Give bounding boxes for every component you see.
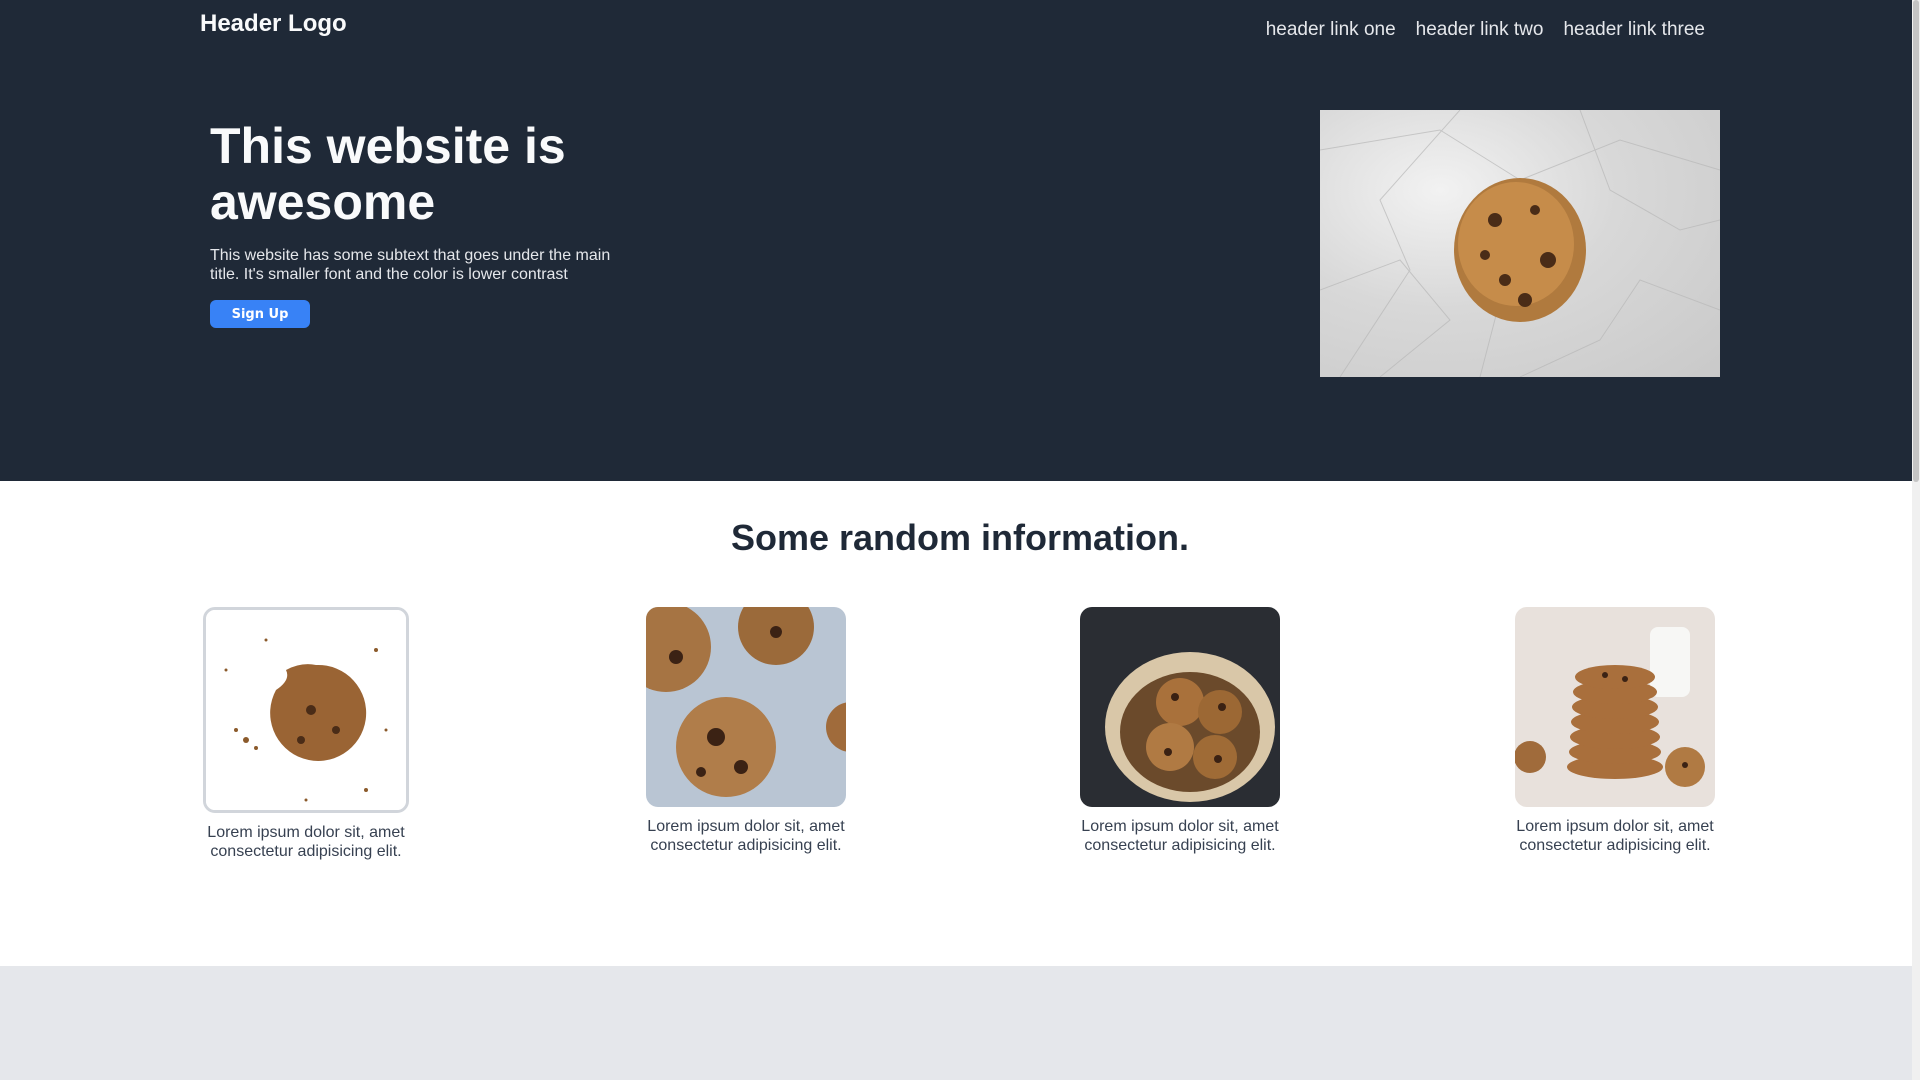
bitten-cookie-image — [203, 607, 409, 813]
footer — [0, 966, 1912, 1080]
hero-section: Header Logo header link one header link … — [0, 0, 1912, 481]
info-card-text: Lorem ipsum dolor sit, amet consectetur … — [1516, 818, 1714, 854]
sign-up-button[interactable]: Sign Up — [210, 300, 310, 328]
info-card-text: Lorem ipsum dolor sit, amet consectetur … — [647, 818, 845, 854]
scrollbar[interactable] — [1912, 0, 1920, 1080]
info-section: Some random information. Lorem ipsum dol… — [0, 481, 1912, 966]
header-logo[interactable]: Header Logo — [200, 10, 347, 38]
stacked-cookies-illustration — [1515, 607, 1715, 807]
hero-title: This website is awesome — [210, 118, 566, 230]
hero-subtext: This website has some subtext that goes … — [210, 247, 611, 283]
header-link-three[interactable]: header link three — [1563, 19, 1705, 41]
info-card-1: Lorem ipsum dolor sit, amet consectetur … — [191, 607, 421, 861]
broken-cookies-illustration — [646, 607, 846, 807]
info-card-text: Lorem ipsum dolor sit, amet consectetur … — [1081, 818, 1279, 854]
scrollbar-thumb[interactable] — [1913, 0, 1919, 482]
header-link-one[interactable]: header link one — [1266, 19, 1396, 41]
cookie-on-paper-illustration — [1320, 110, 1720, 377]
broken-cookies-image — [646, 607, 846, 807]
info-card-3: Lorem ipsum dolor sit, amet consectetur … — [1065, 607, 1295, 855]
stacked-cookies-image — [1515, 607, 1715, 807]
hero-cookie-image — [1320, 110, 1720, 377]
cookies-basket-image — [1080, 607, 1280, 807]
cookies-basket-illustration — [1080, 607, 1280, 807]
info-title: Some random information. — [730, 517, 1190, 558]
info-card-4: Lorem ipsum dolor sit, amet consectetur … — [1500, 607, 1730, 855]
header-nav: header link one header link two header l… — [1266, 19, 1705, 41]
info-card-text: Lorem ipsum dolor sit, amet consectetur … — [207, 824, 405, 860]
bitten-cookie-illustration — [206, 610, 406, 810]
info-card-2: Lorem ipsum dolor sit, amet consectetur … — [631, 607, 861, 855]
header-link-two[interactable]: header link two — [1416, 19, 1544, 41]
